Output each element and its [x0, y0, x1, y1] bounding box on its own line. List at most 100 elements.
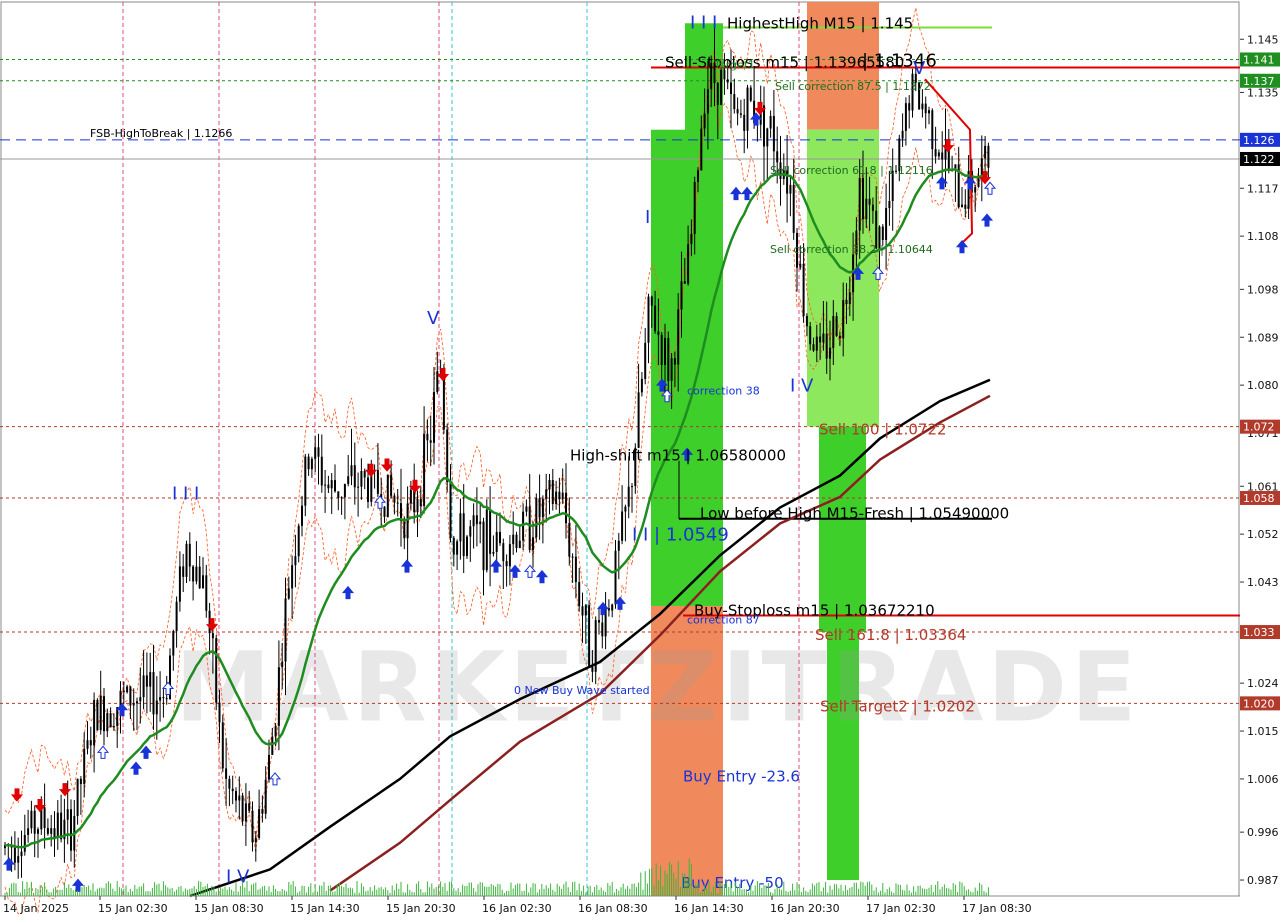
- candle-body: [631, 486, 633, 488]
- candle-body: [518, 540, 521, 549]
- candle-body: [502, 543, 505, 562]
- candle-body: [525, 506, 528, 512]
- candle-body: [555, 491, 558, 505]
- candle-body: [426, 433, 429, 441]
- candle-body: [736, 109, 739, 114]
- chart-annotation: Sell Target2 | 1.0202: [820, 697, 975, 715]
- candle-body: [495, 531, 498, 552]
- price-badge-label: 1.137: [1243, 75, 1275, 88]
- candle-body: [27, 828, 30, 835]
- candle-body: [647, 296, 650, 343]
- candle-body: [192, 566, 195, 582]
- candle-body: [433, 392, 435, 443]
- candle-body: [304, 456, 307, 506]
- y-tick-label: 1.006: [1247, 773, 1279, 786]
- candle-body: [23, 834, 26, 852]
- chart-annotation: Sell 100 | 1.0722: [819, 421, 947, 439]
- candle-body: [822, 333, 825, 343]
- candle-body: [598, 620, 600, 623]
- candle-body: [142, 675, 145, 698]
- candle-body: [235, 791, 237, 801]
- candle-body: [46, 828, 49, 834]
- candle-body: [419, 499, 422, 507]
- candle-body: [301, 505, 303, 526]
- candle-body: [845, 300, 848, 305]
- candle-body: [838, 335, 841, 339]
- candle-body: [188, 543, 191, 567]
- candle-body: [865, 198, 868, 220]
- chart-annotation: correction 38: [687, 385, 760, 398]
- y-tick-label: 1.015: [1247, 725, 1279, 738]
- candle-body: [611, 604, 614, 611]
- y-tick-label: 1.108: [1247, 230, 1279, 243]
- candle-body: [122, 690, 125, 693]
- candle-body: [730, 82, 732, 94]
- candle-body: [60, 812, 63, 840]
- candle-body: [258, 809, 261, 838]
- candle-body: [931, 110, 934, 150]
- price-badge: 1.020: [1240, 696, 1280, 711]
- price-badge: 1.137: [1240, 73, 1280, 88]
- candle-body: [215, 638, 218, 703]
- candle-body: [314, 447, 317, 459]
- x-tick-label: 14 Jan 2025: [3, 902, 69, 915]
- candle-body: [287, 588, 290, 599]
- candle-body: [472, 515, 475, 527]
- candle-body: [241, 795, 244, 822]
- candle-body: [357, 486, 360, 488]
- price-badge-label: 1.122: [1243, 153, 1275, 166]
- candle-body: [334, 480, 336, 492]
- x-tick-label: 15 Jan 08:30: [194, 902, 264, 915]
- candle-body: [109, 713, 112, 728]
- candle-body: [106, 713, 109, 732]
- candle-body: [703, 113, 706, 129]
- candle-body: [423, 433, 426, 507]
- candle-body: [317, 447, 320, 457]
- candle-body: [145, 675, 148, 687]
- price-badge: 1.122: [1240, 151, 1280, 166]
- candle-body: [548, 480, 551, 490]
- candle-body: [254, 837, 257, 843]
- candle-body: [987, 145, 990, 168]
- price-badge: 1.072: [1240, 419, 1280, 434]
- candle-body: [964, 204, 967, 209]
- candle-body: [228, 778, 231, 789]
- candle-body: [505, 561, 508, 567]
- candle-body: [561, 492, 564, 500]
- candle-body: [904, 103, 907, 131]
- candle-body: [33, 810, 36, 834]
- y-tick-label: 1.024: [1247, 677, 1279, 690]
- x-tick-label: 17 Jan 02:30: [866, 902, 936, 915]
- candle-body: [492, 551, 495, 554]
- candle-body: [281, 661, 284, 668]
- candle-body: [469, 526, 472, 537]
- price-badge-label: 1.126: [1243, 134, 1275, 147]
- candle-body: [545, 489, 548, 499]
- candle-body: [541, 498, 544, 518]
- candle-body: [452, 537, 455, 555]
- candle-body: [291, 565, 294, 589]
- candle-body: [162, 697, 165, 699]
- candle-body: [746, 87, 749, 131]
- candle-body: [337, 491, 340, 498]
- candle-body: [858, 177, 861, 231]
- candle-body: [264, 779, 267, 814]
- candle-body: [198, 566, 201, 589]
- price-badge-label: 1.020: [1243, 697, 1275, 710]
- candle-body: [284, 598, 287, 662]
- chart-annotation: Target1: [713, 59, 755, 72]
- candle-body: [30, 810, 33, 829]
- price-chart[interactable]: MARKETZITRADE HighestHigh M15 | 1.145 Sell…: [0, 0, 1280, 920]
- price-badge-label: 1.033: [1243, 626, 1275, 639]
- candle-body: [617, 540, 620, 551]
- chart-annotation: correction 87: [687, 614, 760, 627]
- candle-body: [221, 722, 224, 769]
- chart-annotation: Low before High M15-Fresh | 1.05490000: [700, 505, 1009, 523]
- candle-body: [815, 336, 818, 351]
- candle-body: [17, 856, 20, 863]
- candle-body: [185, 543, 188, 577]
- candle-body: [449, 481, 452, 538]
- candle-body: [66, 809, 69, 820]
- candle-body: [835, 316, 838, 336]
- candle-body: [83, 748, 86, 785]
